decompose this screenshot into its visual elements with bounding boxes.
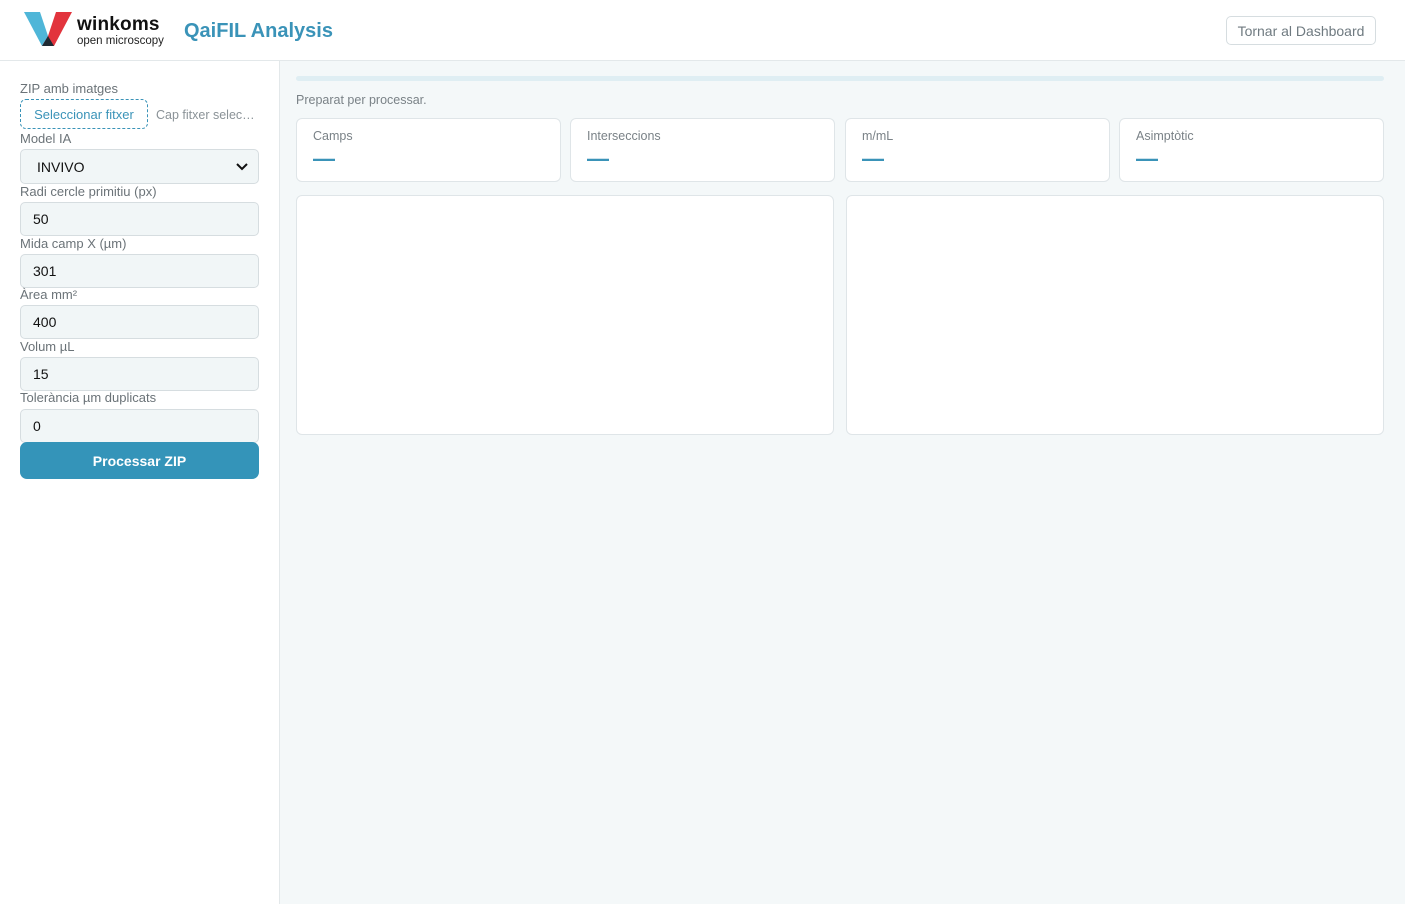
radius-label: Radi cercle primitiu (px) xyxy=(20,184,157,199)
model-label: Model IA xyxy=(20,131,72,146)
stat-value: — xyxy=(862,146,884,171)
process-zip-button[interactable]: Processar ZIP xyxy=(20,442,259,479)
zip-label: ZIP amb imatges xyxy=(20,81,119,96)
brand-name: winkoms xyxy=(77,14,160,35)
tolerance-label: Tolerància µm duplicats xyxy=(20,390,157,405)
top-header: winkoms open microscopy QaiFIL Analysis … xyxy=(0,0,1405,61)
brand-subtitle: open microscopy xyxy=(77,35,164,47)
winkoms-logo-icon xyxy=(24,12,72,46)
chevron-down-icon xyxy=(236,162,248,170)
stat-label: Camps xyxy=(313,129,353,143)
results-panel-right xyxy=(846,195,1384,435)
results-panel-left xyxy=(296,195,834,435)
tolerance-input[interactable]: 0 xyxy=(20,409,259,443)
file-status: Cap fitxer seleccionat xyxy=(156,108,260,122)
volume-label: Volum µL xyxy=(20,339,75,354)
progress-bar xyxy=(296,76,1384,81)
model-select-value: INVIVO xyxy=(37,158,85,175)
stat-value: — xyxy=(313,146,335,171)
stat-label: Asimptòtic xyxy=(1136,129,1194,143)
area-label: Àrea mm² xyxy=(20,287,78,302)
stat-label: m/mL xyxy=(862,129,894,143)
back-to-dashboard-button[interactable]: Tornar al Dashboard xyxy=(1226,16,1376,45)
area-input[interactable]: 400 xyxy=(20,305,259,339)
field-size-label: Mida camp X (µm) xyxy=(20,236,127,251)
settings-sidebar: ZIP amb imatges Seleccionar fitxer Cap f… xyxy=(0,61,280,904)
stat-label: Interseccions xyxy=(587,129,661,143)
volume-input[interactable]: 15 xyxy=(20,357,259,391)
stat-card-interseccions: Interseccions — xyxy=(570,118,835,182)
stat-card-m-per-ml: m/mL — xyxy=(845,118,1110,182)
select-file-button[interactable]: Seleccionar fitxer xyxy=(20,99,148,129)
model-select[interactable]: INVIVO xyxy=(20,149,259,184)
stat-card-camps: Camps — xyxy=(296,118,561,182)
field-size-input[interactable]: 301 xyxy=(20,254,259,288)
status-message: Preparat per processar. xyxy=(296,93,427,107)
app-title: QaiFIL Analysis xyxy=(184,20,333,42)
stat-value: — xyxy=(587,146,609,171)
stat-card-asimptotic: Asimptòtic — xyxy=(1119,118,1384,182)
radius-input[interactable]: 50 xyxy=(20,202,259,236)
stat-value: — xyxy=(1136,146,1158,171)
